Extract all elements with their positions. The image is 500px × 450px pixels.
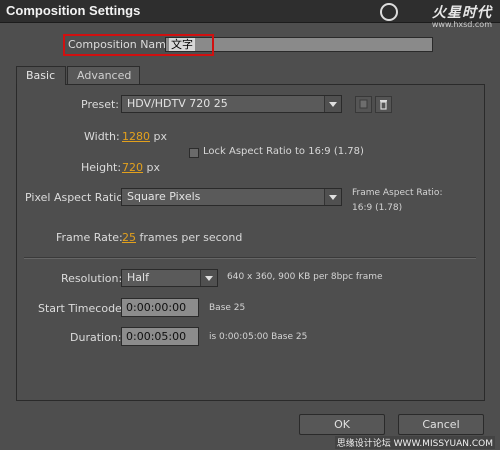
width-value[interactable]: 1280 [122, 130, 150, 143]
frame-rate-unit: frames per second [139, 231, 243, 244]
annotation-highlight-box [63, 34, 214, 56]
resolution-label: Resolution: [61, 272, 123, 285]
lock-aspect-label[interactable]: Lock Aspect Ratio to 16:9 (1.78) [203, 146, 364, 157]
resolution-info: 640 x 360, 900 KB per 8bpc frame [227, 272, 383, 282]
duration-label: Duration: [70, 331, 122, 344]
tab-advanced[interactable]: Advanced [67, 66, 140, 85]
ok-button[interactable]: OK [299, 414, 385, 435]
logo-icon [380, 3, 398, 21]
frame-aspect-value: 16:9 (1.78) [352, 203, 403, 213]
save-preset-icon[interactable] [355, 96, 372, 113]
preset-dropdown[interactable]: HDV/HDTV 720 25 [121, 95, 342, 113]
pixel-aspect-label: Pixel Aspect Ratio: [25, 191, 127, 204]
frame-aspect-label: Frame Aspect Ratio: [352, 188, 443, 198]
resolution-value: Half [127, 271, 149, 284]
chevron-down-icon [200, 270, 217, 286]
watermark-url: www.hxsd.com [431, 20, 492, 29]
start-timecode-input[interactable]: 0:00:00:00 [121, 298, 199, 317]
chevron-down-icon [324, 189, 341, 205]
width-unit: px [153, 130, 168, 143]
height-label: Height: [81, 161, 122, 174]
chevron-down-icon [324, 96, 341, 112]
watermark-logo: 火星时代 www.hxsd.com [432, 2, 492, 29]
tab-basic[interactable]: Basic [16, 66, 66, 85]
preset-label: Preset: [81, 98, 120, 111]
cancel-button[interactable]: Cancel [398, 414, 484, 435]
width-field[interactable]: 1280 px [122, 130, 167, 143]
window-title: Composition Settings [6, 3, 141, 18]
start-timecode-label: Start Timecode: [38, 302, 126, 315]
height-value[interactable]: 720 [122, 161, 143, 174]
divider [24, 257, 476, 259]
trash-icon[interactable] [375, 96, 392, 113]
pixel-aspect-dropdown[interactable]: Square Pixels [121, 188, 342, 206]
lock-aspect-checkbox[interactable] [189, 148, 199, 158]
resolution-dropdown[interactable]: Half [121, 269, 218, 287]
height-field[interactable]: 720 px [122, 161, 160, 174]
frame-rate-label: Frame Rate: [56, 231, 123, 244]
height-unit: px [146, 161, 161, 174]
duration-input[interactable]: 0:00:05:00 [121, 327, 199, 346]
watermark-footer: 思缘设计论坛 WWW.MISSYUAN.COM [334, 436, 495, 449]
preset-value: HDV/HDTV 720 25 [127, 97, 228, 110]
watermark-brand: 火星时代 [432, 5, 492, 21]
tab-joint [17, 84, 65, 85]
pixel-aspect-value: Square Pixels [127, 190, 201, 203]
start-timecode-base: Base 25 [209, 303, 246, 313]
frame-rate-field[interactable]: 25 frames per second [122, 231, 242, 244]
width-label: Width: [84, 130, 120, 143]
duration-info: is 0:00:05:00 Base 25 [209, 332, 308, 342]
frame-rate-value[interactable]: 25 [122, 231, 136, 244]
